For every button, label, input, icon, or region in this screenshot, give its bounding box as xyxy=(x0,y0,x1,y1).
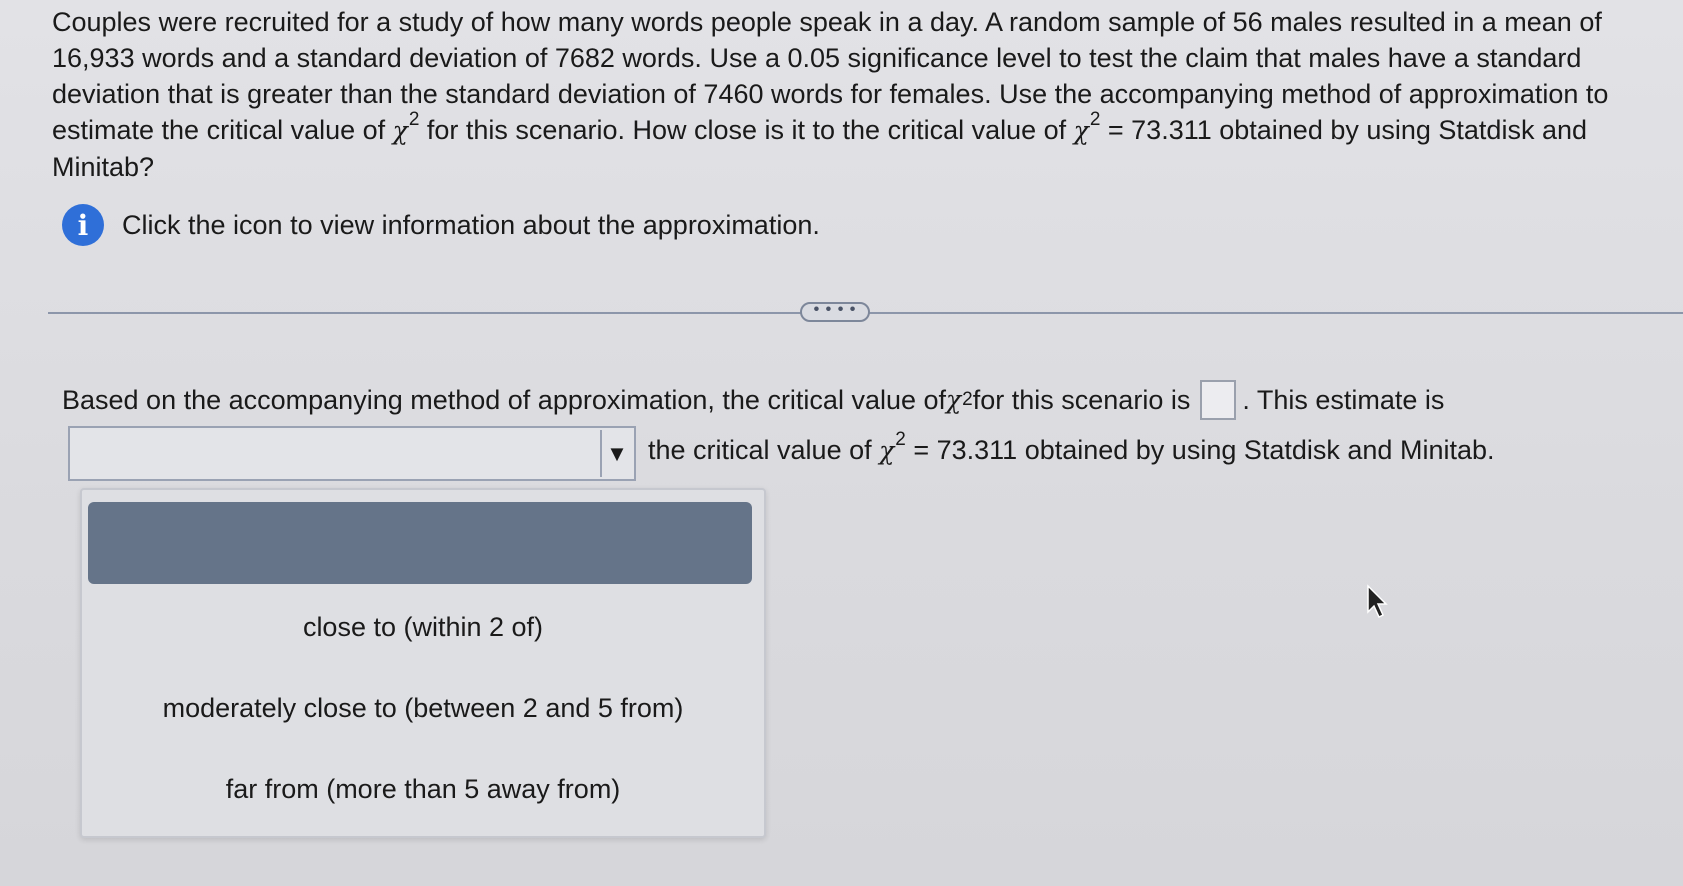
chi-symbol: χ xyxy=(1073,116,1089,145)
dropdown-option-far[interactable]: far from (more than 5 away from) xyxy=(82,774,764,805)
answer-part-2: for this scenario is xyxy=(972,385,1191,415)
chi-exponent: 2 xyxy=(895,429,906,450)
info-row: i Click the icon to view information abo… xyxy=(62,204,820,246)
answer-part-4: the critical value of xyxy=(648,435,880,465)
question-part-2: for this scenario. How close is it to th… xyxy=(419,115,1074,145)
info-label: Click the icon to view information about… xyxy=(122,209,820,240)
closeness-dropdown-menu: close to (within 2 of) moderately close … xyxy=(80,488,766,838)
chi-symbol: χ xyxy=(879,436,895,465)
mouse-pointer-icon xyxy=(1367,584,1388,619)
answer-part-5: = 73.311 obtained by using Statdisk and … xyxy=(905,435,1495,465)
dropdown-option-blank-highlighted[interactable] xyxy=(88,502,752,584)
question-text: Couples were recruited for a study of ho… xyxy=(52,4,1662,185)
critical-value-input[interactable] xyxy=(1200,380,1237,420)
chi-symbol: χ xyxy=(392,116,408,145)
chi-exponent: 2 xyxy=(408,109,420,130)
closeness-select[interactable]: ▼ xyxy=(68,426,636,481)
answer-sentence-1: Based on the accompanying method of appr… xyxy=(62,380,1444,420)
chevron-down-icon[interactable]: ▼ xyxy=(600,430,632,477)
chi-exponent: 2 xyxy=(1089,109,1101,130)
dropdown-option-close[interactable]: close to (within 2 of) xyxy=(82,612,764,643)
more-button[interactable]: • • • • xyxy=(800,302,870,322)
answer-part-1: Based on the accompanying method of appr… xyxy=(62,385,947,415)
chi-symbol: χ xyxy=(946,385,962,414)
answer-part-3: . This estimate is xyxy=(1242,385,1445,415)
page: Couples were recruited for a study of ho… xyxy=(0,0,1683,886)
info-icon[interactable]: i xyxy=(62,204,104,246)
answer-sentence-2: the critical value of χ2 = 73.311 obtain… xyxy=(648,429,1495,469)
dropdown-option-moderately-close[interactable]: moderately close to (between 2 and 5 fro… xyxy=(82,693,764,724)
